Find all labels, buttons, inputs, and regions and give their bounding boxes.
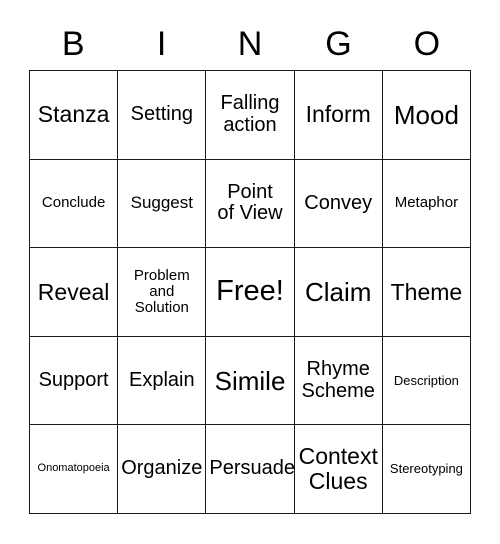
- bingo-row: Onomatopoeia Organize Persuade Context C…: [30, 425, 472, 514]
- bingo-cell-label: Point of View: [217, 180, 283, 225]
- bingo-cell-label: Stanza: [37, 101, 110, 128]
- bingo-row: Support Explain Simile Rhyme Scheme Desc…: [30, 336, 472, 426]
- bingo-cell[interactable]: Simile: [206, 336, 295, 426]
- bingo-row: Conclude Suggest Point of View Convey Me…: [30, 159, 472, 249]
- bingo-cell-label: Rhyme Scheme: [301, 357, 375, 402]
- bingo-cell[interactable]: Claim: [294, 248, 383, 337]
- bingo-header-letter-n: N: [237, 25, 263, 63]
- bingo-cell-label: Convey: [304, 191, 373, 214]
- bingo-cell[interactable]: Rhyme Scheme: [294, 336, 383, 426]
- bingo-cell-label: Inform: [305, 101, 371, 128]
- bingo-cell-label: Mood: [393, 99, 459, 130]
- bingo-cell-label: Stereotyping: [389, 461, 463, 477]
- bingo-cell[interactable]: Convey: [294, 159, 383, 249]
- bingo-cell-label: Metaphor: [394, 194, 459, 212]
- bingo-cell[interactable]: Stereotyping: [382, 425, 472, 514]
- bingo-cell-label: Explain: [129, 368, 195, 391]
- bingo-header-letter-b: B: [61, 25, 85, 63]
- bingo-cell[interactable]: Onomatopoeia: [30, 425, 119, 514]
- bingo-cell[interactable]: Falling action: [206, 71, 295, 160]
- bingo-cell-label: Falling action: [220, 92, 280, 136]
- bingo-row: Stanza Setting Falling action Inform Moo…: [30, 71, 472, 160]
- bingo-cell-label: Setting: [130, 103, 193, 125]
- bingo-cell[interactable]: Metaphor: [382, 159, 472, 249]
- bingo-row: Reveal Problem and Solution Free! Claim …: [30, 248, 472, 337]
- bingo-cell[interactable]: Point of View: [206, 159, 295, 249]
- bingo-card: B I N G O Stanza Setting Falling action …: [0, 0, 500, 544]
- bingo-cell[interactable]: Problem and Solution: [118, 248, 207, 337]
- bingo-cell[interactable]: Conclude: [30, 159, 119, 249]
- bingo-cell-label: Support: [38, 368, 109, 391]
- bingo-cell[interactable]: Stanza: [30, 71, 119, 160]
- bingo-cell[interactable]: Support: [30, 336, 119, 426]
- bingo-cell-label: Onomatopoeia: [37, 462, 110, 475]
- bingo-header-letter-g: G: [325, 25, 352, 63]
- bingo-cell-label: Description: [393, 372, 459, 388]
- bingo-cell-label: Problem and Solution: [133, 266, 190, 317]
- bingo-cell-label: Conclude: [41, 194, 106, 212]
- bingo-cell-free[interactable]: Free!: [206, 248, 295, 337]
- bingo-cell-label: Context Clues: [298, 443, 378, 495]
- bingo-cell[interactable]: Description: [382, 336, 472, 426]
- bingo-cell[interactable]: Reveal: [30, 248, 119, 337]
- bingo-header: B I N G O: [29, 22, 471, 66]
- bingo-cell-label: Theme: [390, 278, 463, 305]
- bingo-cell[interactable]: Persuade: [206, 425, 296, 514]
- bingo-cell-label: Simile: [214, 365, 286, 396]
- bingo-cell-label: Claim: [304, 276, 372, 307]
- bingo-grid: Stanza Setting Falling action Inform Moo…: [29, 70, 472, 514]
- bingo-cell[interactable]: Context Clues: [294, 425, 383, 514]
- bingo-cell[interactable]: Theme: [382, 248, 472, 337]
- bingo-cell[interactable]: Setting: [118, 71, 207, 160]
- bingo-cell-label: Free!: [216, 275, 284, 308]
- bingo-cell[interactable]: Explain: [118, 336, 207, 426]
- bingo-cell[interactable]: Inform: [294, 71, 383, 160]
- bingo-cell[interactable]: Mood: [382, 71, 472, 160]
- bingo-header-letter-o: O: [413, 25, 441, 63]
- bingo-cell[interactable]: Suggest: [118, 159, 207, 249]
- bingo-cell-label: Persuade: [209, 457, 296, 480]
- bingo-cell-label: Reveal: [37, 278, 110, 305]
- bingo-cell-label: Suggest: [130, 193, 193, 213]
- bingo-header-letter-i: I: [156, 25, 167, 63]
- bingo-cell[interactable]: Organize: [118, 425, 207, 514]
- bingo-cell-label: Organize: [121, 457, 203, 480]
